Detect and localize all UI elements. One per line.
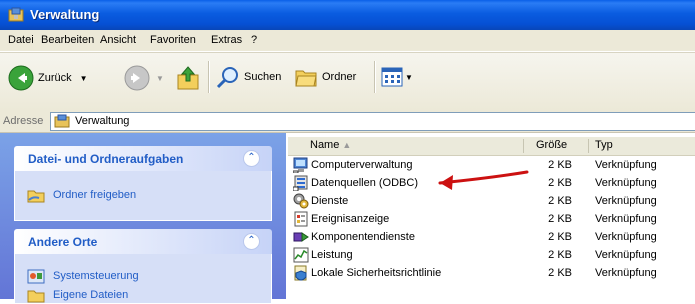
file-name: Komponentendienste <box>311 231 415 243</box>
file-type: Verknüpfung <box>595 213 657 225</box>
admin-tools-icon <box>54 114 70 128</box>
file-row[interactable]: Dienste 2 KB Verknüpfung <box>288 193 695 210</box>
search-button[interactable]: Suchen <box>216 65 281 89</box>
file-name: Ereignisanzeige <box>311 213 390 225</box>
file-size: 2 KB <box>548 195 572 207</box>
file-row[interactable]: Ereignisanzeige 2 KB Verknüpfung <box>288 211 695 228</box>
file-row[interactable]: Leistung 2 KB Verknüpfung <box>288 247 695 264</box>
views-button[interactable]: ▼ <box>381 66 413 88</box>
file-size: 2 KB <box>548 177 572 189</box>
column-type[interactable]: Typ <box>595 139 613 151</box>
menu-edit[interactable]: Bearbeiten <box>41 34 94 46</box>
back-label: Zurück <box>38 72 72 84</box>
file-name: Computerverwaltung <box>311 159 413 171</box>
services-icon <box>293 193 309 209</box>
back-arrow-icon <box>8 65 34 91</box>
file-name: Leistung <box>311 249 353 261</box>
odbc-datasource-icon <box>293 175 308 191</box>
file-size: 2 KB <box>548 159 572 171</box>
task-pane: Datei- und Ordneraufgaben ⌃ Ordner freig… <box>0 133 286 304</box>
file-type: Verknüpfung <box>595 177 657 189</box>
toolbar-separator <box>374 61 376 93</box>
column-size[interactable]: Größe <box>536 139 567 151</box>
address-value: Verwaltung <box>75 115 130 127</box>
folders-icon <box>295 70 317 87</box>
up-folder-button[interactable] <box>176 65 200 91</box>
search-icon <box>216 67 238 89</box>
address-bar: Adresse Verwaltung <box>0 110 695 133</box>
share-folder-link[interactable]: Ordner freigeben <box>27 187 136 203</box>
column-name-label: Name <box>310 139 340 151</box>
collapse-chevron-icon[interactable]: ⌃ <box>243 150 260 167</box>
file-type: Verknüpfung <box>595 195 657 207</box>
address-field[interactable]: Verwaltung <box>50 112 695 131</box>
menu-help[interactable]: ? <box>251 34 257 46</box>
file-list: Name ▲ Größe Typ Computerverwaltung 2 KB… <box>287 133 695 299</box>
collapse-chevron-icon[interactable]: ⌃ <box>243 233 260 250</box>
sort-ascending-icon: ▲ <box>342 140 352 150</box>
panel-title: Datei- und Ordneraufgaben <box>28 152 184 166</box>
control-panel-label: Systemsteuerung <box>53 270 139 282</box>
file-folder-tasks-header[interactable]: Datei- und Ordneraufgaben ⌃ <box>14 146 272 171</box>
file-type: Verknüpfung <box>595 159 657 171</box>
menu-view[interactable]: Ansicht <box>100 34 136 46</box>
menu-extras[interactable]: Extras <box>211 34 242 46</box>
search-label: Suchen <box>244 71 282 83</box>
component-services-icon <box>293 232 309 242</box>
views-dropdown-icon[interactable]: ▼ <box>405 73 413 82</box>
file-row[interactable]: Computerverwaltung 2 KB Verknüpfung <box>288 157 695 174</box>
toolbar: Zurück ▼ ▼ Suchen Ordner ▼ <box>0 52 695 111</box>
control-panel-icon <box>27 269 45 284</box>
up-folder-icon <box>177 66 199 90</box>
file-row[interactable]: Datenquellen (ODBC) 2 KB Verknüpfung <box>288 175 695 192</box>
my-documents-link[interactable]: Eigene Dateien <box>27 287 128 303</box>
file-type: Verknüpfung <box>595 231 657 243</box>
file-name: Dienste <box>311 195 349 207</box>
file-type: Verknüpfung <box>595 267 657 279</box>
back-button[interactable]: Zurück ▼ <box>8 65 88 91</box>
computer-management-icon <box>293 157 308 173</box>
other-places-body: Systemsteuerung Eigene Dateien <box>14 254 272 304</box>
column-separator[interactable] <box>523 139 524 153</box>
file-row[interactable]: Lokale Sicherheitsrichtlinie 2 KB Verknü… <box>288 265 695 282</box>
file-size: 2 KB <box>548 249 572 261</box>
file-size: 2 KB <box>548 267 572 279</box>
title-bar[interactable]: Verwaltung <box>0 0 695 30</box>
forward-dropdown-icon[interactable]: ▼ <box>156 74 164 83</box>
local-security-policy-icon <box>294 265 307 281</box>
menu-bar: Datei Bearbeiten Ansicht Favoriten Extra… <box>0 30 695 52</box>
my-documents-icon <box>27 290 45 303</box>
folders-button[interactable]: Ordner <box>294 65 356 89</box>
performance-icon <box>293 247 309 263</box>
control-panel-link[interactable]: Systemsteuerung <box>27 268 139 284</box>
my-documents-label: Eigene Dateien <box>53 289 129 301</box>
share-folder-label: Ordner freigeben <box>53 189 137 201</box>
admin-tools-icon <box>8 7 24 22</box>
file-type: Verknüpfung <box>595 249 657 261</box>
file-name: Lokale Sicherheitsrichtlinie <box>311 267 442 279</box>
file-folder-tasks-body: Ordner freigeben <box>14 171 272 221</box>
share-folder-icon <box>27 190 45 203</box>
address-label: Adresse <box>3 115 44 127</box>
back-dropdown-icon[interactable]: ▼ <box>80 74 88 83</box>
forward-button[interactable]: ▼ <box>124 65 164 91</box>
menu-favorites[interactable]: Favoriten <box>150 34 196 46</box>
window-title: Verwaltung <box>30 7 100 22</box>
views-icon <box>381 67 403 87</box>
other-places-header[interactable]: Andere Orte ⌃ <box>14 229 272 254</box>
event-viewer-icon <box>294 211 308 227</box>
file-row[interactable]: Komponentendienste 2 KB Verknüpfung <box>288 229 695 246</box>
column-name[interactable]: Name ▲ <box>310 139 351 151</box>
toolbar-separator <box>208 61 210 93</box>
menu-file[interactable]: Datei <box>8 34 34 46</box>
forward-arrow-icon <box>124 65 150 91</box>
column-separator[interactable] <box>588 139 589 153</box>
file-size: 2 KB <box>548 231 572 243</box>
file-name: Datenquellen (ODBC) <box>311 177 418 189</box>
panel-title: Andere Orte <box>28 235 98 249</box>
folders-label: Ordner <box>322 71 357 83</box>
file-size: 2 KB <box>548 213 572 225</box>
column-header-row: Name ▲ Größe Typ <box>288 137 695 156</box>
